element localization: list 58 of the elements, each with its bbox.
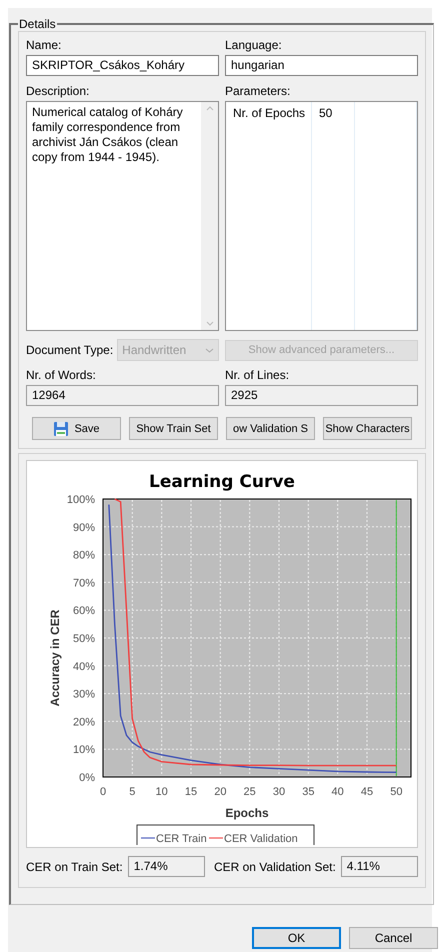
x-tick-label: 15 [184,786,198,798]
result-label: CER on Validation Set: [214,860,336,874]
result-field: 4.11% [340,856,418,877]
y-tick-label: 50% [72,633,95,645]
group-title: Details [18,17,57,31]
description-field[interactable]: Numerical catalog of Koháry family correspondence from archivist Ján Csákos (clean copy from 1944 - 1945). [26,101,219,331]
chevron-down-icon [205,348,214,352]
result-label: CER on Train Set: [26,860,123,874]
name-field[interactable]: SKRIPTOR_Csákos_Koháry [26,55,219,76]
legend-label: CER Validation [224,833,298,845]
ok-button[interactable]: OK [252,927,341,949]
legend-item: CER Validation [208,833,298,845]
parameter-value: 50 [312,102,355,330]
document-type-label: Document Type: [26,343,114,357]
y-tick-label: 80% [72,550,95,562]
y-tick-label: 0% [79,772,95,784]
language-label: Language: [225,38,283,52]
action-button[interactable]: Show Train Set [129,417,218,440]
y-axis-title: Accuracy in CER [48,610,62,706]
result-field: 1.74% [128,856,205,877]
x-tick-label: 10 [156,786,168,798]
x-tick-label: 35 [302,786,314,798]
words-label: Nr. of Words: [26,368,97,382]
description-text: Numerical catalog of Koháry family correspondence from archivist Ján Csákos (clean copy from 1944 - 1945). [31,104,184,166]
y-tick-label: 10% [72,744,95,756]
scroll-up-icon[interactable] [206,106,214,111]
x-tick-label: 50 [390,786,402,798]
y-tick-label: 70% [72,577,95,590]
action-button[interactable]: Show Characters [323,417,412,440]
x-tick-label: 5 [129,786,136,798]
cancel-button[interactable]: Cancel [349,927,438,949]
x-tick-label: 45 [360,786,374,798]
y-tick-label: 60% [72,605,95,618]
legend-item: CER Train [140,833,207,845]
scroll-down-icon[interactable] [206,321,214,326]
parameters-label: Parameters: [225,84,292,98]
words-field: 12964 [26,385,219,406]
x-tick-label: 20 [214,786,226,798]
chart-title: Learning Curve [149,472,295,492]
action-button[interactable]: ow Validation S [226,417,315,440]
y-tick-label: 20% [72,716,95,728]
parameter-name: Nr. of Epochs [226,102,312,330]
lines-label: Nr. of Lines: [225,368,290,382]
x-axis-title: Epochs [225,806,269,820]
lines-field: 2925 [225,385,418,406]
description-label: Description: [26,84,90,98]
x-tick-label: 25 [244,786,256,798]
y-tick-label: 100% [66,494,95,506]
x-tick-label: 40 [332,786,344,798]
x-tick-label: 30 [272,786,286,798]
save-button[interactable]: Save [32,417,121,440]
legend-label: CER Train [156,833,207,845]
y-tick-label: 90% [72,522,95,534]
x-tick-label: 0 [100,786,106,798]
y-tick-label: 40% [72,660,95,673]
name-label: Name: [26,38,62,52]
language-field[interactable]: hungarian [225,55,418,76]
y-tick-label: 30% [72,688,95,701]
